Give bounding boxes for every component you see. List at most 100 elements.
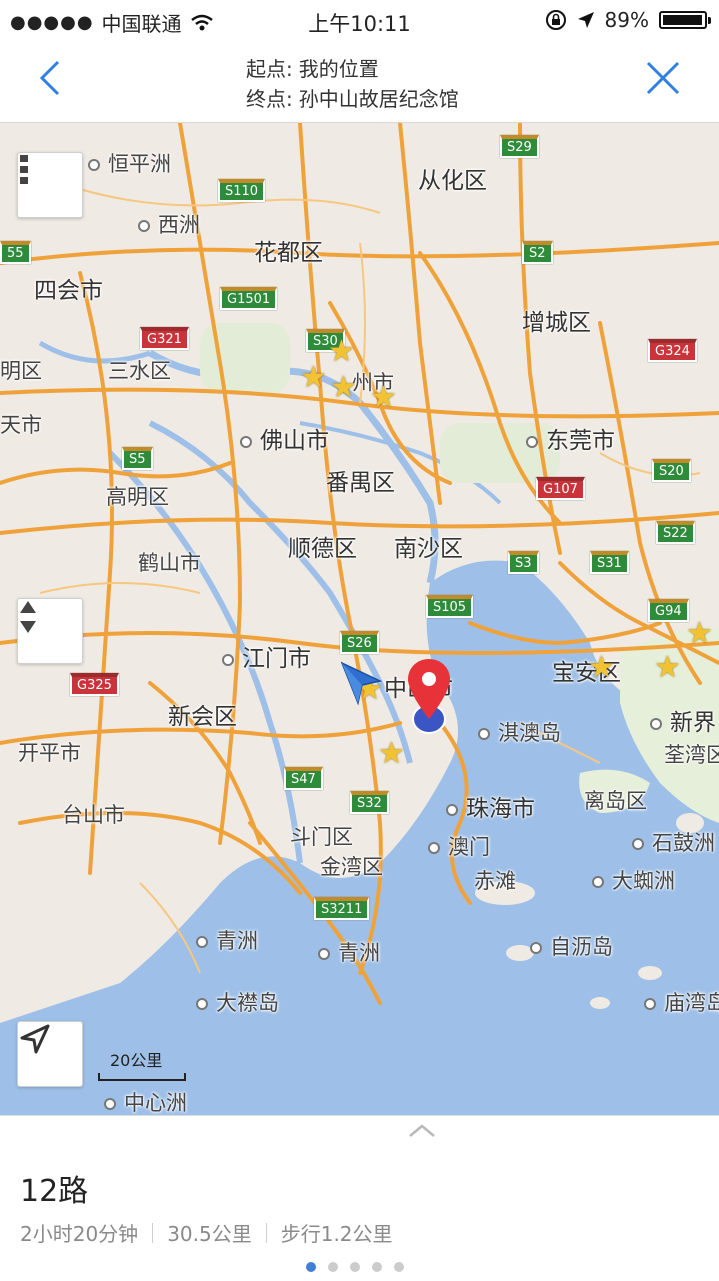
page-dot[interactable] [394, 1262, 404, 1272]
place-label: 斗门区 [290, 825, 353, 849]
chevron-up-icon[interactable] [408, 1122, 436, 1138]
place-label: 江门市 [222, 639, 311, 673]
locate-me-button[interactable] [17, 1021, 83, 1087]
road-shield: G325 [70, 673, 119, 696]
end-value: 孙中山故居纪念馆 [298, 87, 459, 111]
place-label: 澳门 [428, 831, 490, 861]
place-label: 淇澳岛 [478, 717, 561, 747]
page-dot[interactable] [306, 1262, 316, 1272]
road-shield: S31 [590, 551, 629, 574]
back-icon[interactable] [32, 58, 72, 98]
place-label: 珠海市 [446, 789, 535, 823]
road-shield: S47 [284, 767, 323, 790]
place-label: 恒平洲 [88, 148, 171, 178]
place-label: 从化区 [418, 168, 487, 194]
place-label: 三水区 [108, 359, 171, 383]
star-icon[interactable]: ★ [300, 363, 327, 393]
place-label: 新会区 [168, 704, 237, 730]
start-label: 起点: [246, 57, 293, 81]
place-label: 新界 [650, 703, 716, 737]
close-icon[interactable] [643, 58, 683, 98]
place-label: 佛山市 [240, 421, 329, 455]
road-shield: S2 [522, 241, 553, 264]
place-label: 青洲 [196, 925, 258, 955]
place-label: 台山市 [62, 803, 125, 827]
place-label: 明区 [0, 359, 42, 383]
place-label: 南沙区 [394, 536, 463, 562]
place-label: 大襟岛 [196, 987, 279, 1017]
destination-pin-icon[interactable] [404, 657, 454, 741]
star-icon[interactable]: ★ [370, 383, 397, 413]
star-icon[interactable]: ★ [330, 373, 357, 403]
start-row[interactable]: 起点: 我的位置 [246, 54, 459, 84]
place-label: 荃湾区 [664, 743, 719, 767]
road-shield: S3211 [314, 897, 370, 920]
road-shield: S32 [350, 791, 389, 814]
place-label: 天市 [0, 413, 42, 437]
road-shield: S29 [500, 135, 539, 158]
road-shield: G321 [140, 327, 189, 350]
road-shield: G1501 [220, 287, 278, 310]
end-label: 终点: [246, 87, 293, 111]
battery-percent: 89% [604, 8, 649, 32]
place-label: 庙湾岛 [644, 987, 719, 1017]
place-label: 金湾区 [320, 855, 383, 879]
place-label: 大蜘洲 [592, 865, 675, 895]
route-distance: 30.5公里 [167, 1222, 252, 1246]
place-label: 青洲 [318, 937, 380, 967]
expand-toggle-button[interactable] [17, 598, 83, 664]
road-shield: G94 [648, 599, 689, 622]
place-label: 高明区 [106, 485, 169, 509]
place-label: 鹤山市 [138, 551, 201, 575]
place-label: 开平市 [18, 741, 81, 765]
road-shield: S20 [652, 459, 691, 482]
location-arrow-icon [577, 12, 594, 28]
place-label: 番禺区 [326, 470, 395, 496]
place-label: 赤滩 [474, 869, 516, 893]
page-indicator[interactable] [306, 1262, 404, 1272]
route-header: 起点: 我的位置 终点: 孙中山故居纪念馆 [0, 40, 719, 123]
route-meta: 2小时20分钟 30.5公里 步行1.2公里 [20, 1218, 393, 1247]
place-label: 自沥岛 [530, 931, 613, 961]
road-shield: S105 [426, 595, 474, 618]
map-view[interactable]: 恒平洲 西洲 从化区 花都区 四会市 增城区 明区 三水区 州市 天市 佛山市 … [0, 123, 719, 1115]
current-location-icon[interactable] [336, 659, 384, 707]
scale-bar: 20公里 [98, 1047, 186, 1081]
place-label: 四会市 [34, 278, 103, 304]
place-label: 增城区 [522, 310, 591, 336]
start-value: 我的位置 [298, 57, 379, 81]
road-shield: S5 [122, 447, 153, 470]
star-icon[interactable]: ★ [654, 653, 681, 683]
star-icon[interactable]: ★ [588, 653, 615, 683]
place-label: 顺德区 [288, 536, 357, 562]
star-icon[interactable]: ★ [328, 337, 355, 367]
rotation-lock-icon [545, 10, 566, 30]
more-vertical-icon [20, 155, 28, 184]
place-label: 西洲 [138, 209, 200, 239]
route-duration: 2小时20分钟 [20, 1222, 139, 1246]
star-icon[interactable]: ★ [686, 619, 713, 649]
end-row[interactable]: 终点: 孙中山故居纪念馆 [246, 84, 459, 114]
battery-icon [659, 11, 711, 29]
road-shield: 55 [0, 241, 31, 264]
route-name: 12路 [20, 1174, 89, 1209]
layers-menu-button[interactable] [17, 152, 83, 218]
road-shield: S110 [218, 179, 266, 202]
place-label: 中心洲 [104, 1087, 187, 1115]
place-label: 石鼓洲 [632, 827, 715, 857]
status-bar: ●●●●● 中国联通 上午10:11 89% [0, 0, 719, 40]
route-endpoints: 起点: 我的位置 终点: 孙中山故居纪念馆 [246, 54, 459, 114]
divider [152, 1222, 154, 1243]
page-dot[interactable] [328, 1262, 338, 1272]
place-label: 离岛区 [584, 789, 647, 813]
road-shield: S26 [340, 631, 379, 654]
route-summary-panel[interactable]: 12路 2小时20分钟 30.5公里 步行1.2公里 [0, 1115, 719, 1281]
place-label: 花都区 [254, 240, 323, 266]
scale-bar-line [98, 1073, 186, 1081]
route-walk: 步行1.2公里 [280, 1222, 393, 1246]
page-dot[interactable] [372, 1262, 382, 1272]
star-icon[interactable]: ★ [378, 739, 405, 769]
place-label: 东莞市 [526, 421, 615, 455]
page-dot[interactable] [350, 1262, 360, 1272]
up-down-arrow-icon [20, 601, 36, 633]
